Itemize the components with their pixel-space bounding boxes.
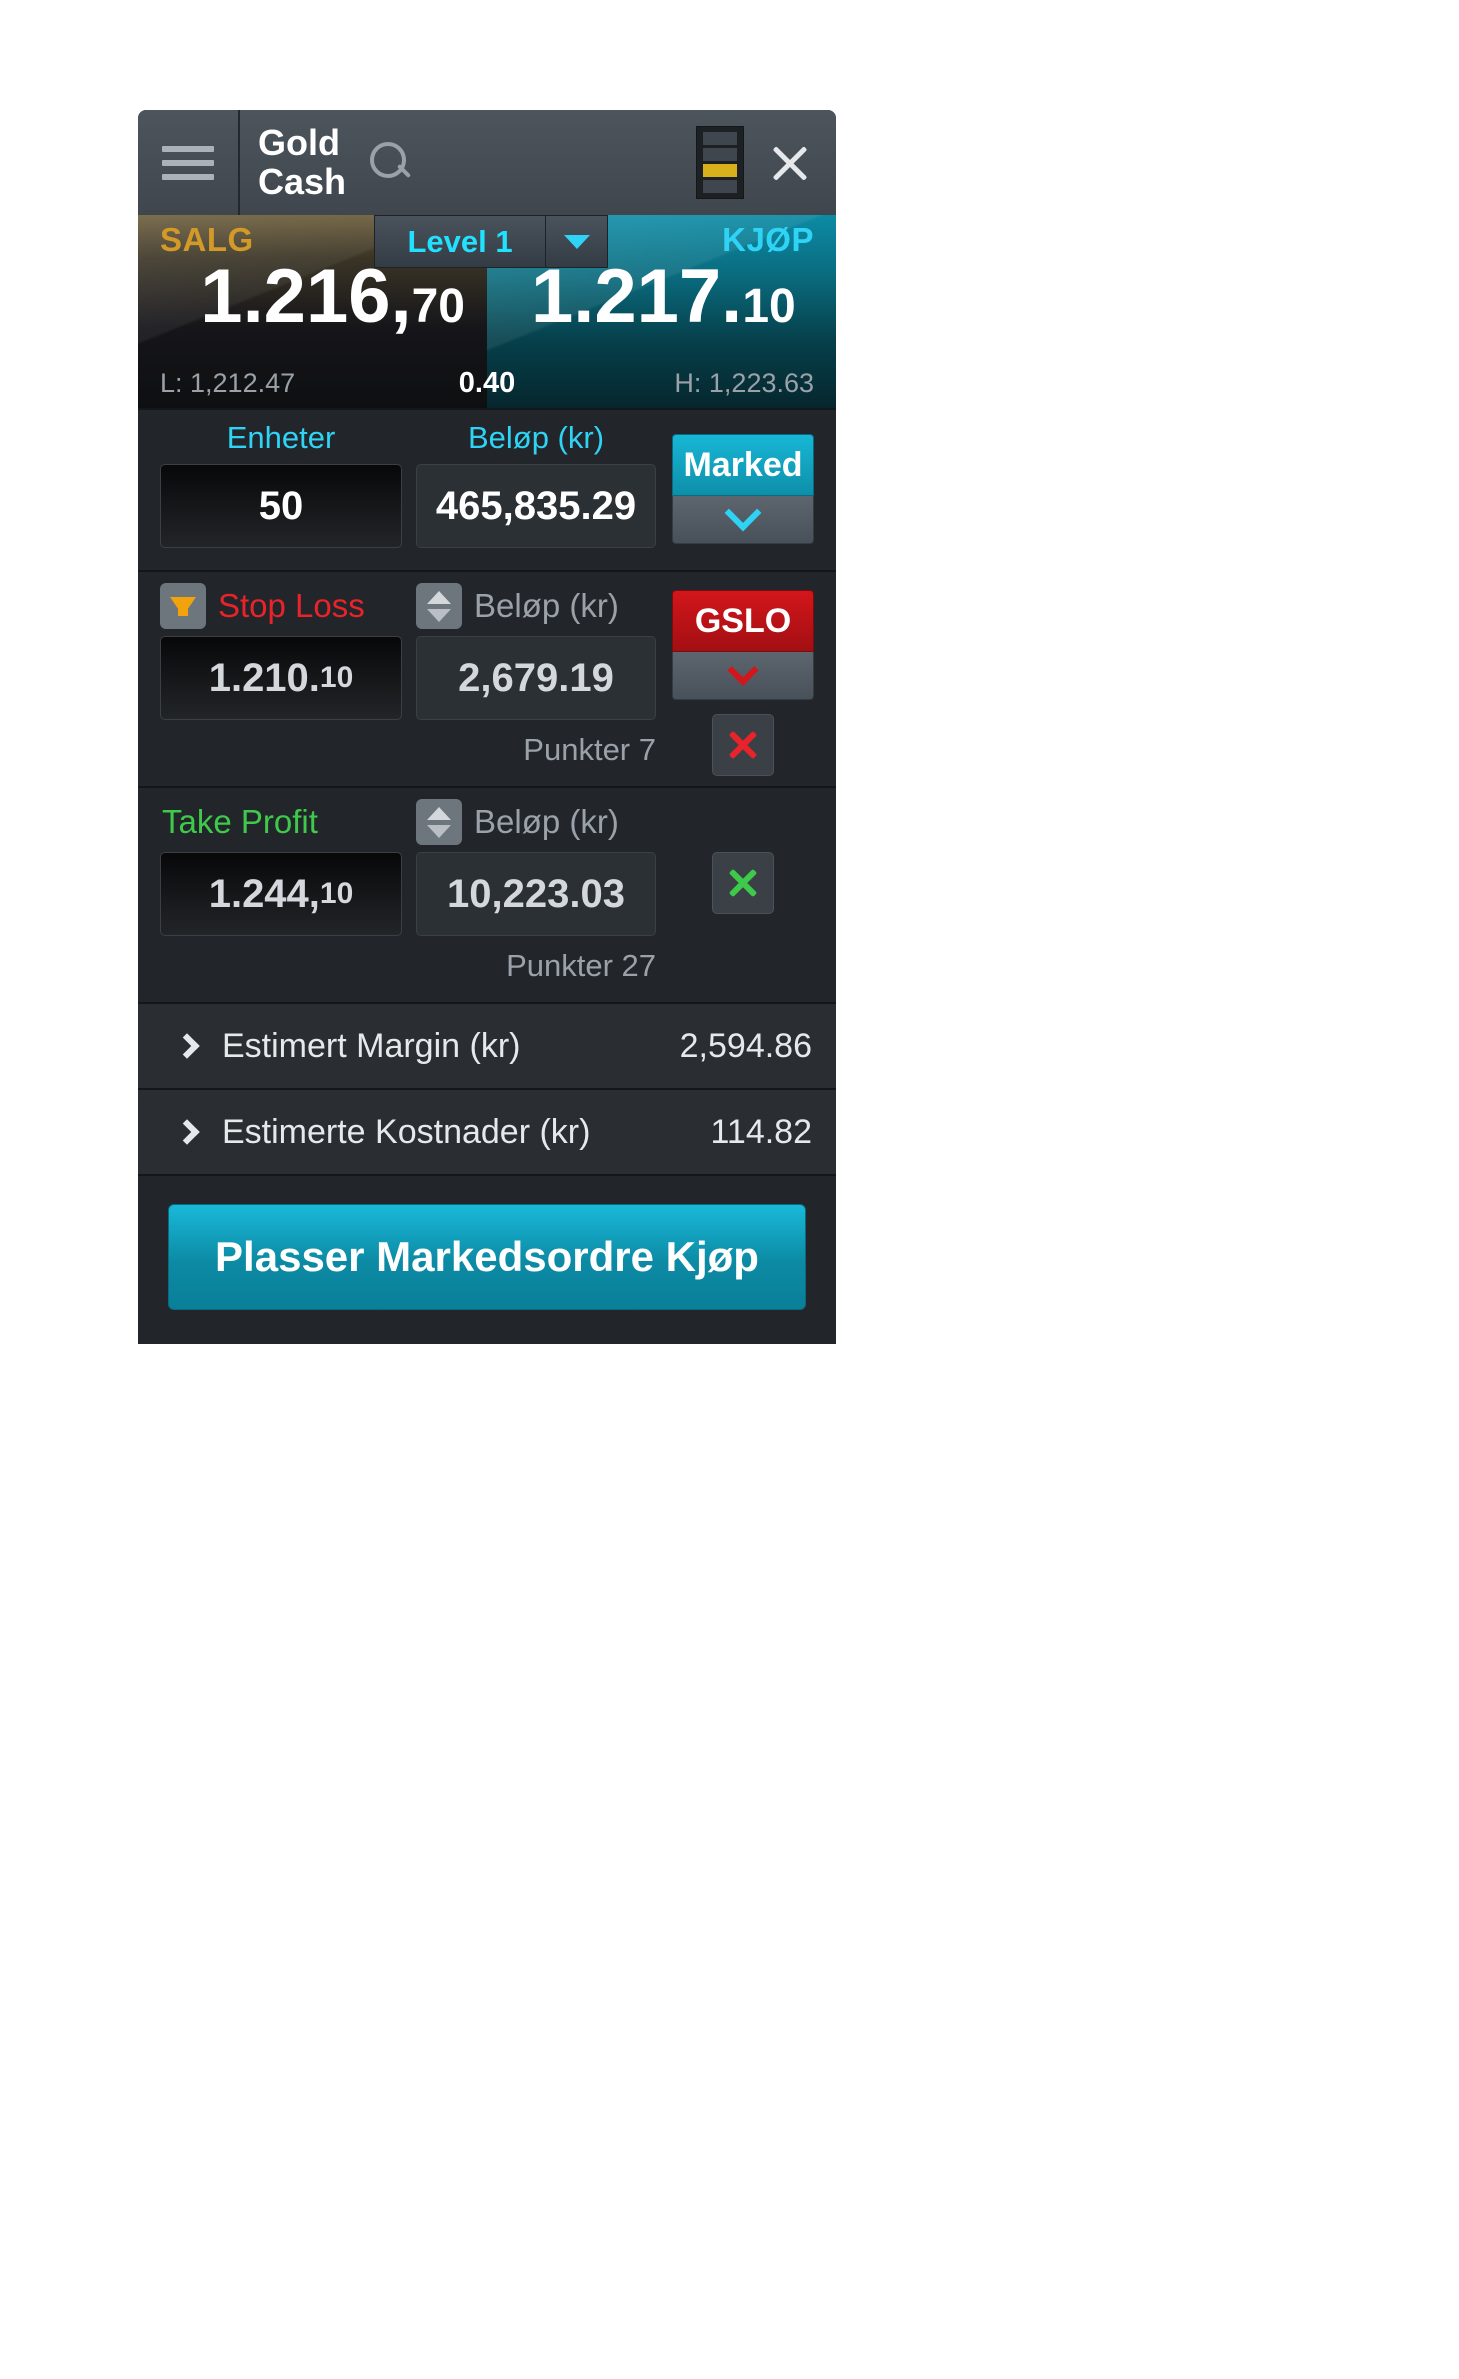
order-ticket-panel: Gold Cash SALG 1.216,70 KJØP 1.217.10 Le… bbox=[138, 110, 836, 1344]
place-order-button[interactable]: Plasser Markedsordre Kjøp bbox=[168, 1204, 806, 1310]
estimated-costs-row[interactable]: Estimerte Kostnader (kr) 114.82 bbox=[138, 1088, 836, 1174]
header-title-group: Gold Cash bbox=[240, 110, 696, 215]
stop-loss-label: Stop Loss bbox=[218, 587, 365, 624]
order-type-dropdown-button[interactable] bbox=[672, 494, 814, 544]
gslo-dropdown-button[interactable] bbox=[672, 652, 814, 700]
menu-button[interactable] bbox=[138, 110, 240, 215]
stop-loss-amount-label: Beløp (kr) bbox=[474, 587, 619, 624]
stepper-up-down-icon-button[interactable] bbox=[416, 583, 462, 629]
close-icon bbox=[768, 141, 812, 185]
stop-loss-price-main: 1.210. bbox=[208, 655, 320, 700]
estimated-costs-value: 114.82 bbox=[710, 1112, 812, 1151]
depth-bar-4 bbox=[703, 180, 737, 193]
chevron-down-icon bbox=[727, 654, 759, 686]
buy-price: 1.217.10 bbox=[531, 259, 796, 335]
take-profit-price-main: 1.244, bbox=[208, 871, 320, 916]
stop-loss-clear-button[interactable] bbox=[712, 714, 774, 776]
estimated-margin-value: 2,594.86 bbox=[679, 1026, 812, 1065]
amount-label: Beløp (kr) bbox=[467, 420, 605, 455]
day-high: H: 1,223.63 bbox=[674, 368, 815, 398]
stop-loss-amount-header: Beløp (kr) bbox=[416, 572, 656, 629]
instrument-title-line2: Cash bbox=[258, 160, 347, 202]
high-low-spread-row: L: 1,212.47 0.40 H: 1,223.63 bbox=[138, 367, 836, 400]
stepper-up-down-icon bbox=[427, 590, 451, 622]
stop-loss-amount-input[interactable]: 2,679.19 bbox=[416, 636, 656, 720]
estimated-margin-row[interactable]: Estimert Margin (kr) 2,594.86 bbox=[138, 1002, 836, 1088]
stop-loss-price-frac: 10 bbox=[319, 661, 354, 694]
day-low: L: 1,212.47 bbox=[160, 368, 296, 398]
estimated-margin-label: Estimert Margin (kr) bbox=[222, 1026, 521, 1065]
take-profit-amount-label: Beløp (kr) bbox=[474, 803, 619, 840]
take-profit-points: Punkter 27 bbox=[506, 948, 656, 983]
depth-bar-2 bbox=[703, 148, 737, 161]
quote-panel: SALG 1.216,70 KJØP 1.217.10 Level 1 L: 1… bbox=[138, 215, 836, 408]
take-profit-section: Take Profit 1.244, 10 Beløp (kr) 10,223.0… bbox=[138, 786, 836, 1002]
level-label: Level 1 bbox=[407, 223, 513, 259]
buy-price-frac: 10 bbox=[742, 280, 796, 333]
take-profit-amount-input[interactable]: 10,223.03 bbox=[416, 852, 656, 936]
level-selector[interactable]: Level 1 bbox=[374, 215, 546, 268]
close-icon bbox=[726, 728, 760, 762]
chevron-down-icon bbox=[563, 234, 590, 249]
stepper-up-down-icon-button[interactable] bbox=[416, 799, 462, 845]
units-amount-section: Enheter 50 Beløp (kr) 465,835.29 Marked bbox=[138, 408, 836, 570]
take-profit-amount-header: Beløp (kr) bbox=[416, 788, 656, 845]
stop-loss-price-input[interactable]: 1.210. 10 bbox=[160, 636, 402, 720]
chevron-right-icon bbox=[174, 1119, 200, 1145]
gslo-button[interactable]: GSLO bbox=[672, 590, 814, 652]
level-dropdown-button[interactable] bbox=[546, 215, 608, 268]
estimated-costs-label: Estimerte Kostnader (kr) bbox=[222, 1112, 591, 1151]
stop-loss-section: Stop Loss 1.210. 10 Beløp (kr) 2,679.19 P… bbox=[138, 570, 836, 786]
arrow-down-icon-button[interactable] bbox=[160, 583, 206, 629]
chevron-right-icon bbox=[174, 1033, 200, 1059]
stepper-up-down-icon bbox=[427, 806, 451, 838]
units-input[interactable]: 50 bbox=[160, 464, 402, 548]
amount-input[interactable]: 465,835.29 bbox=[416, 464, 656, 548]
spread-value: 0.40 bbox=[458, 367, 516, 399]
hamburger-icon bbox=[162, 138, 214, 188]
depth-bar-3 bbox=[703, 164, 737, 177]
take-profit-clear-button[interactable] bbox=[712, 852, 774, 914]
arrow-down-icon bbox=[170, 596, 196, 616]
close-button[interactable] bbox=[744, 110, 836, 215]
instrument-title: Gold Cash bbox=[258, 121, 347, 202]
stop-loss-header: Stop Loss bbox=[160, 572, 402, 629]
stop-loss-points: Punkter 7 bbox=[523, 732, 656, 767]
instrument-title-line1: Gold bbox=[258, 121, 340, 163]
search-icon[interactable] bbox=[368, 140, 414, 186]
ticket-header: Gold Cash bbox=[138, 110, 836, 215]
take-profit-header: Take Profit bbox=[160, 788, 402, 844]
sell-price-frac: 70 bbox=[411, 280, 465, 333]
ticket-footer: Plasser Markedsordre Kjøp bbox=[138, 1174, 836, 1344]
sell-price: 1.216,70 bbox=[200, 259, 465, 335]
close-icon bbox=[726, 866, 760, 900]
units-label: Enheter bbox=[226, 420, 336, 455]
take-profit-label: Take Profit bbox=[162, 803, 318, 840]
depth-bar-1 bbox=[703, 132, 737, 145]
take-profit-price-input[interactable]: 1.244, 10 bbox=[160, 852, 402, 936]
order-type-button[interactable]: Marked bbox=[672, 434, 814, 496]
chevron-down-icon bbox=[724, 494, 762, 531]
take-profit-price-frac: 10 bbox=[319, 877, 354, 910]
market-depth-icon[interactable] bbox=[696, 126, 744, 199]
